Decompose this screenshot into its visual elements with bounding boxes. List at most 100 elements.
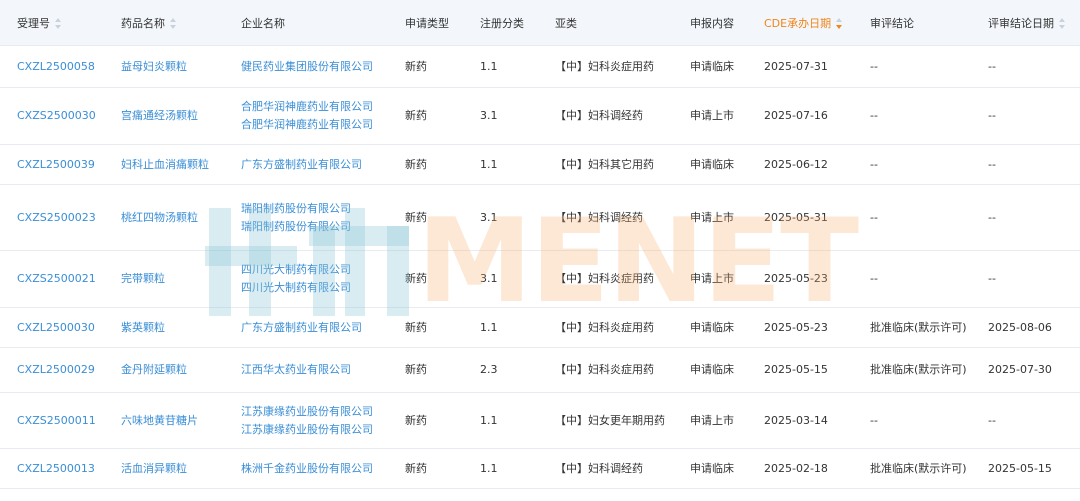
- cell-review-conclusion: 批准临床(默示许可): [853, 307, 971, 348]
- drug-name-link[interactable]: 妇科止血消痛颗粒: [121, 158, 209, 171]
- conclusion-date: --: [988, 157, 996, 171]
- company-name-link[interactable]: 瑞阳制药股份有限公司: [241, 218, 388, 236]
- column-header-label: 申请类型: [405, 16, 449, 30]
- sort-descending-icon: [1059, 25, 1065, 29]
- subclass: 【中】妇科调经药: [555, 461, 643, 475]
- application-type: 新药: [405, 59, 427, 73]
- receipt-number-link[interactable]: CXZL2500029: [17, 363, 95, 376]
- cell-cde-date: 2025-06-12: [747, 144, 853, 185]
- column-header-9[interactable]: 评审结论日期: [971, 0, 1080, 46]
- application-type: 新药: [405, 109, 427, 122]
- conclusion-date: --: [988, 59, 996, 73]
- drug-name-link[interactable]: 金丹附延颗粒: [121, 363, 187, 376]
- cell-drug-name-link: 桃红四物汤颗粒: [104, 184, 224, 251]
- receipt-number-link[interactable]: CXZL2500013: [17, 462, 95, 475]
- cell-company-name-link: 江苏康缘药业股份有限公司 江苏康缘药业股份有限公司: [224, 392, 388, 449]
- sort-ascending-icon: [1059, 18, 1065, 22]
- cell-conclusion-date: --: [971, 392, 1080, 449]
- cell-application-type: 新药: [388, 45, 463, 88]
- registration-category: 1.1: [480, 59, 498, 73]
- column-header-7[interactable]: CDE承办日期: [747, 0, 853, 46]
- receipt-number-link[interactable]: CXZL2500058: [17, 60, 95, 73]
- cell-receipt-number-link: CXZL2500029: [0, 347, 104, 393]
- cell-application-type: 新药: [388, 87, 463, 145]
- column-header-label: 受理号: [17, 16, 50, 30]
- application-content: 申请临床: [690, 157, 734, 171]
- company-name-link[interactable]: 健民药业集团股份有限公司: [241, 58, 388, 76]
- drug-name-link[interactable]: 桃红四物汤颗粒: [121, 211, 198, 224]
- application-content: 申请上市: [690, 210, 734, 224]
- review-conclusion: --: [870, 272, 878, 285]
- table-body: CXZL2500058 益母妇炎颗粒 健民药业集团股份有限公司 新药 1.1 【中】妇科炎…: [0, 45, 1080, 489]
- company-name-link[interactable]: 江西华太药业有限公司: [241, 361, 388, 379]
- sort-icon[interactable]: [55, 18, 62, 29]
- registration-category: 1.1: [480, 320, 498, 334]
- column-header-label: 亚类: [555, 16, 577, 30]
- receipt-number-link[interactable]: CXZS2500030: [17, 109, 96, 122]
- table-row: CXZS2500030 宫痛通经汤颗粒 合肥华润神鹿药业有限公司 合肥华润神鹿药业有限…: [0, 87, 1080, 145]
- sort-icon[interactable]: [836, 18, 843, 29]
- company-name-link[interactable]: 合肥华润神鹿药业有限公司: [241, 116, 388, 134]
- company-name-link[interactable]: 四川光大制药有限公司: [241, 261, 388, 279]
- cell-receipt-number-link: CXZL2500039: [0, 144, 104, 185]
- drug-name-link[interactable]: 完带颗粒: [121, 272, 165, 285]
- registration-category: 3.1: [480, 210, 498, 224]
- subclass: 【中】妇科炎症用药: [555, 363, 654, 376]
- drug-name-link[interactable]: 活血消异颗粒: [121, 462, 187, 475]
- cell-subclass: 【中】妇科调经药: [538, 87, 673, 145]
- subclass: 【中】妇科炎症用药: [555, 272, 654, 285]
- cell-cde-date: 2025-05-31: [747, 184, 853, 251]
- sort-icon[interactable]: [170, 18, 177, 29]
- sort-icon[interactable]: [1059, 18, 1066, 29]
- registration-category: 2.3: [480, 363, 498, 376]
- column-header-1[interactable]: 药品名称: [104, 0, 224, 46]
- cell-application-content: 申请临床: [673, 307, 747, 348]
- receipt-number-link[interactable]: CXZS2500023: [17, 211, 96, 224]
- application-content: 申请临床: [690, 320, 734, 334]
- receipt-number-link[interactable]: CXZS2500011: [17, 414, 96, 427]
- company-name-link[interactable]: 江苏康缘药业股份有限公司: [241, 421, 388, 439]
- cell-review-conclusion: 批准临床(默示许可): [853, 448, 971, 489]
- company-name-link[interactable]: 四川光大制药有限公司: [241, 279, 388, 297]
- company-name-link[interactable]: 瑞阳制药股份有限公司: [241, 200, 388, 218]
- company-name-link[interactable]: 合肥华润神鹿药业有限公司: [241, 98, 388, 116]
- company-name-link[interactable]: 广东方盛制药业有限公司: [241, 156, 388, 174]
- cell-company-name-link: 广东方盛制药业有限公司: [224, 307, 388, 348]
- registration-category: 3.1: [480, 109, 498, 122]
- receipt-number-link[interactable]: CXZS2500021: [17, 272, 96, 285]
- company-name-link[interactable]: 株洲千金药业股份有限公司: [241, 460, 388, 478]
- table-row: CXZS2500023 桃红四物汤颗粒 瑞阳制药股份有限公司 瑞阳制药股份有限公司 新药…: [0, 184, 1080, 251]
- cell-conclusion-date: --: [971, 87, 1080, 145]
- cell-cde-date: 2025-03-14: [747, 392, 853, 449]
- cell-registration-category: 3.1: [463, 87, 538, 145]
- cell-drug-name-link: 活血消异颗粒: [104, 448, 224, 489]
- cell-application-content: 申请临床: [673, 347, 747, 393]
- cde-date: 2025-05-31: [764, 210, 828, 224]
- conclusion-date: 2025-05-15: [988, 461, 1052, 475]
- conclusion-date: 2025-07-30: [988, 363, 1052, 376]
- cell-company-name-link: 江西华太药业有限公司: [224, 347, 388, 393]
- drug-name-link[interactable]: 紫英颗粒: [121, 321, 165, 334]
- table-row: CXZL2500039 妇科止血消痛颗粒 广东方盛制药业有限公司 新药 1.1 【中】妇科…: [0, 144, 1080, 185]
- receipt-number-link[interactable]: CXZL2500030: [17, 321, 95, 334]
- company-name-link[interactable]: 江苏康缘药业股份有限公司: [241, 403, 388, 421]
- cell-subclass: 【中】妇科炎症用药: [538, 45, 673, 88]
- subclass: 【中】妇科调经药: [555, 109, 643, 122]
- column-header-label: 审评结论: [870, 16, 914, 30]
- cell-cde-date: 2025-05-15: [747, 347, 853, 393]
- cell-subclass: 【中】妇科炎症用药: [538, 347, 673, 393]
- table-row: CXZS2500011 六味地黄苷糖片 江苏康缘药业股份有限公司 江苏康缘药业股份有限…: [0, 392, 1080, 449]
- drug-name-link[interactable]: 六味地黄苷糖片: [121, 414, 198, 427]
- cell-cde-date: 2025-02-18: [747, 448, 853, 489]
- company-name-link[interactable]: 广东方盛制药业有限公司: [241, 319, 388, 337]
- application-type: 新药: [405, 320, 427, 334]
- receipt-number-link[interactable]: CXZL2500039: [17, 158, 95, 171]
- drug-name-link[interactable]: 益母妇炎颗粒: [121, 60, 187, 73]
- column-header-0[interactable]: 受理号: [0, 0, 104, 46]
- cell-receipt-number-link: CXZS2500030: [0, 87, 104, 145]
- cell-conclusion-date: --: [971, 184, 1080, 251]
- drug-name-link[interactable]: 宫痛通经汤颗粒: [121, 109, 198, 122]
- cell-company-name-link: 瑞阳制药股份有限公司 瑞阳制药股份有限公司: [224, 184, 388, 251]
- table-row: CXZS2500021 完带颗粒 四川光大制药有限公司 四川光大制药有限公司 新药 3.1…: [0, 250, 1080, 308]
- cell-company-name-link: 合肥华润神鹿药业有限公司 合肥华润神鹿药业有限公司: [224, 87, 388, 145]
